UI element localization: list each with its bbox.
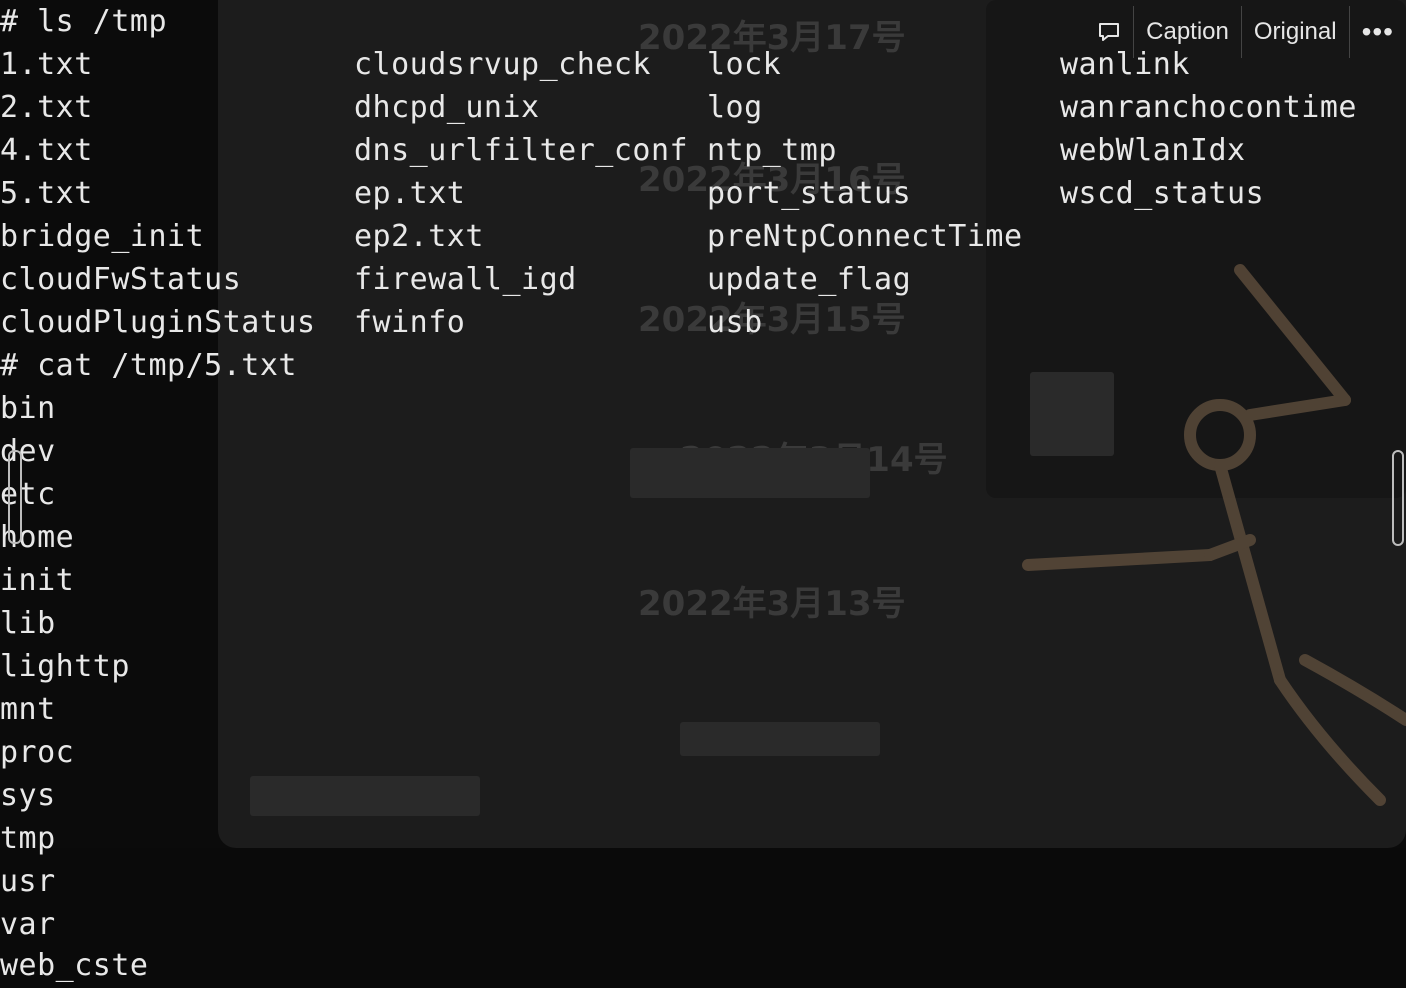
caption-toggle-button[interactable]: [1085, 6, 1133, 58]
output-line: lighttp: [0, 649, 130, 684]
ellipsis-icon: •••: [1361, 16, 1394, 47]
bg-heading: 2022年3月13号: [638, 584, 906, 624]
shell-command: # cat /tmp/5.txt: [0, 348, 297, 383]
file-entry: cloudPluginStatus: [0, 305, 316, 340]
more-options-button[interactable]: •••: [1350, 6, 1406, 58]
stick-figure-wallpaper: [1020, 240, 1406, 840]
file-entry: update_flag: [707, 262, 912, 297]
file-entry: 4.txt: [0, 133, 93, 168]
file-entry: ep2.txt: [354, 219, 484, 254]
output-line: lib: [0, 606, 56, 641]
file-entry: lock: [707, 47, 782, 82]
output-line: var: [0, 907, 56, 942]
file-entry: ntp_tmp: [707, 133, 837, 168]
file-entry: dns_urlfilter_conf: [354, 133, 689, 168]
file-entry: log: [707, 90, 763, 125]
file-entry: ep.txt: [354, 176, 466, 211]
file-entry: cloudFwStatus: [0, 262, 242, 297]
left-scroll-handle[interactable]: [8, 450, 22, 544]
output-line: tmp: [0, 821, 56, 856]
file-entry: preNtpConnectTime: [707, 219, 1023, 254]
output-line: web_cste: [0, 948, 149, 983]
file-entry: dhcpd_unix: [354, 90, 540, 125]
caption-toolbar: Caption Original •••: [1085, 6, 1406, 58]
caption-button[interactable]: Caption: [1134, 6, 1241, 58]
file-entry: bridge_init: [0, 219, 205, 254]
speech-bubble-icon: [1099, 23, 1120, 41]
pixelated-block: [250, 776, 480, 816]
file-entry: webWlanIdx: [1060, 133, 1246, 168]
file-entry: cloudsrvup_check: [354, 47, 651, 82]
file-entry: 1.txt: [0, 47, 93, 82]
file-entry: firewall_igd: [354, 262, 577, 297]
file-entry: 5.txt: [0, 176, 93, 211]
pixelated-block: [680, 722, 880, 756]
output-line: usr: [0, 864, 56, 899]
background-desktop: [0, 848, 1406, 988]
file-entry: fwinfo: [354, 305, 466, 340]
right-scrollbar-thumb[interactable]: [1392, 450, 1404, 546]
file-entry: port_status: [707, 176, 912, 211]
output-line: mnt: [0, 692, 56, 727]
output-line: bin: [0, 391, 56, 426]
file-entry: 2.txt: [0, 90, 93, 125]
output-line: proc: [0, 735, 75, 770]
original-button[interactable]: Original: [1242, 6, 1349, 58]
pixelated-block: [630, 448, 870, 498]
output-line: init: [0, 563, 75, 598]
file-entry: usb: [707, 305, 763, 340]
output-line: sys: [0, 778, 56, 813]
shell-command: # ls /tmp: [0, 4, 168, 39]
file-entry: wscd_status: [1060, 176, 1265, 211]
file-entry: wanranchocontime: [1060, 90, 1357, 125]
